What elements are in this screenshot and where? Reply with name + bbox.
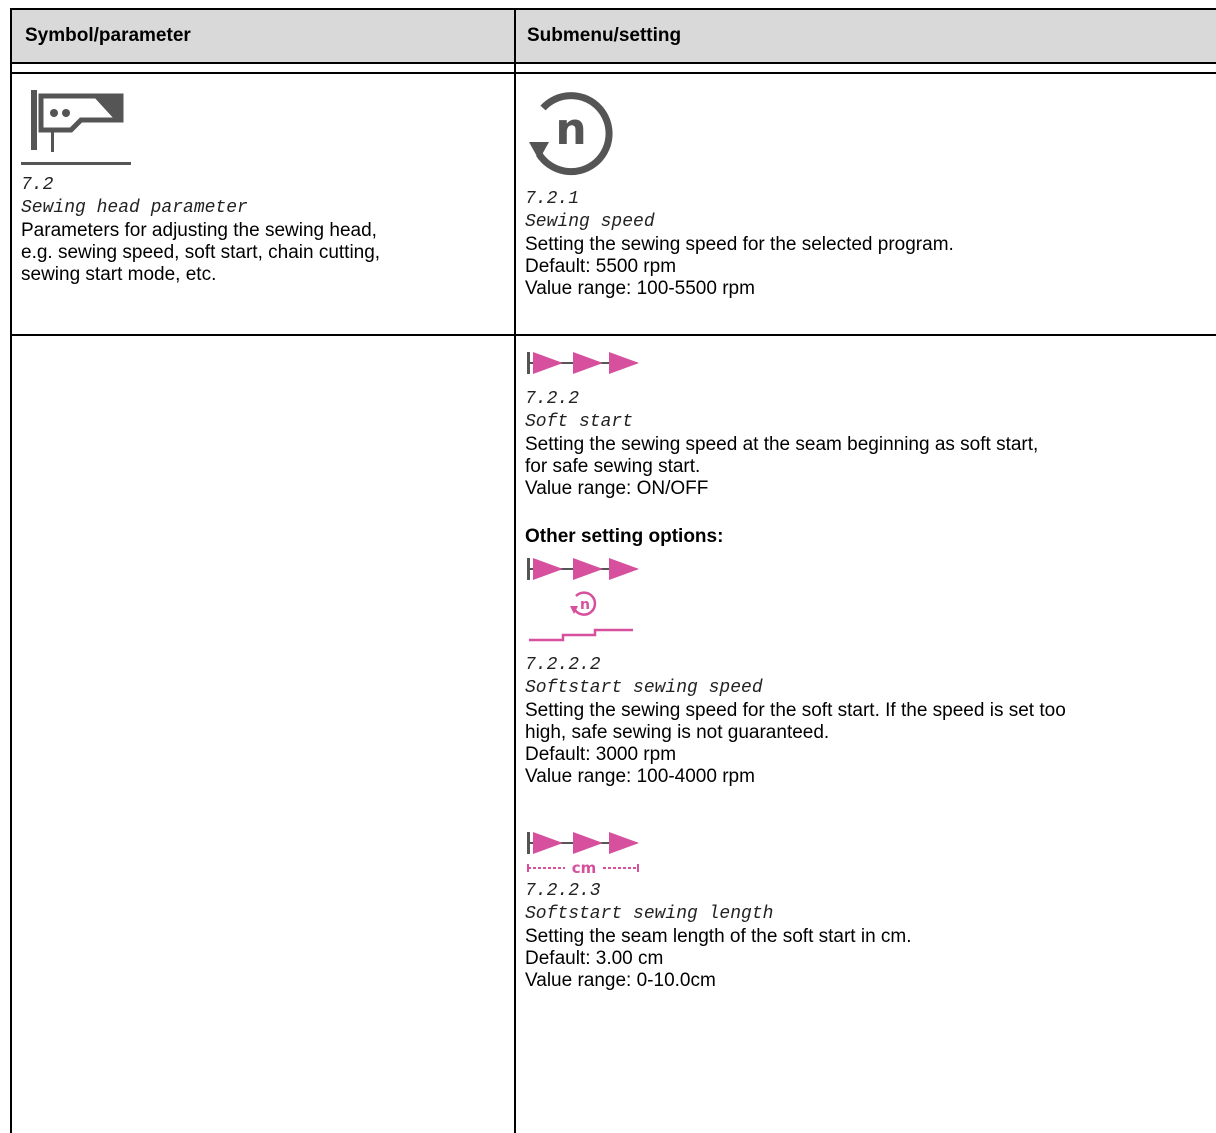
row-divider-middle	[12, 334, 1216, 336]
row-divider-top	[12, 72, 1216, 74]
setting-line: high, safe sewing is not guaranteed.	[525, 722, 830, 743]
header-symbol-parameter: Symbol/parameter	[25, 25, 191, 46]
setting-line: Setting the sewing speed at the seam beg…	[525, 434, 1039, 455]
setting-code: 7.2.2	[525, 389, 580, 409]
setting-line: Default: 3000 rpm	[525, 744, 677, 765]
setting-line: Setting the sewing speed for the selecte…	[525, 234, 954, 255]
param-description-line: e.g. sewing speed, soft start, chain cut…	[21, 242, 381, 263]
sewing-head-icon	[21, 90, 131, 165]
param-description-line: sewing start mode, etc.	[21, 264, 217, 285]
setting-code: 7.2.1	[525, 189, 580, 209]
setting-line: Value range: 100-5500 rpm	[525, 278, 755, 299]
setting-line: Default: 3.00 cm	[525, 948, 664, 969]
softstart-length-icon-unit: cm	[572, 859, 597, 874]
header-submenu-setting: Submenu/setting	[527, 25, 682, 46]
sewing-speed-cell: n 7.2.1 Sewing speed Setting the sewing …	[525, 84, 1215, 300]
setting-line: Setting the sewing speed for the soft st…	[525, 700, 1066, 721]
softstart-speed-icon: n	[527, 558, 639, 642]
param-name: Sewing head parameter	[21, 198, 248, 218]
sewing-head-parameter-cell: 7.2 Sewing head parameter Parameters for…	[21, 90, 501, 286]
setting-name: Softstart sewing speed	[525, 678, 763, 698]
setting-line: Value range: 0-10.0cm	[525, 970, 716, 991]
other-options-heading: Other setting options:	[525, 526, 724, 547]
setting-name: Sewing speed	[525, 212, 655, 232]
table-header: Symbol/parameter Submenu/setting	[12, 10, 1216, 64]
soft-start-icon	[527, 352, 639, 374]
param-code: 7.2	[21, 175, 54, 195]
soft-start-cell: 7.2.2 Soft start Setting the sewing spee…	[525, 348, 1215, 992]
setting-line: for safe sewing start.	[525, 456, 701, 477]
setting-line: Default: 5500 rpm	[525, 256, 677, 277]
setting-line: Value range: 100-4000 rpm	[525, 766, 755, 787]
column-divider	[514, 10, 516, 1133]
sewing-speed-icon: n	[529, 92, 613, 176]
setting-line: Value range: ON/OFF	[525, 478, 709, 499]
softstart-speed-icon-letter: n	[580, 597, 590, 613]
sewing-speed-icon-letter: n	[555, 104, 586, 155]
parameter-table: Symbol/parameter Submenu/setting 7.2 Sew…	[10, 8, 1216, 1133]
setting-name: Soft start	[525, 412, 634, 432]
setting-name: Softstart sewing length	[525, 904, 774, 924]
param-description-line: Parameters for adjusting the sewing head…	[21, 220, 377, 241]
setting-code: 7.2.2.2	[525, 655, 601, 675]
softstart-length-icon: cm	[527, 832, 639, 874]
setting-line: Setting the seam length of the soft star…	[525, 926, 912, 947]
setting-code: 7.2.2.3	[525, 881, 601, 901]
